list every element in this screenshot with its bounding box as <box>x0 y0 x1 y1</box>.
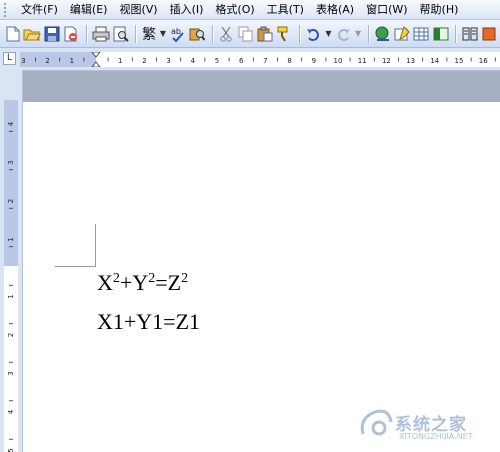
menu-grip[interactable] <box>4 2 9 17</box>
toolbar-separator <box>299 24 302 43</box>
menu-format[interactable]: 格式(O) <box>209 0 260 20</box>
margin-crop-mark <box>95 224 96 267</box>
menu-edit[interactable]: 编辑(E) <box>64 0 114 20</box>
menu-tools[interactable]: 工具(T) <box>261 0 310 20</box>
ruler-label: 3 <box>7 160 15 164</box>
watermark-icon <box>360 409 393 436</box>
ruler-label: 4 <box>7 121 15 126</box>
chevron-down-icon[interactable]: ▼ <box>355 29 361 38</box>
equation-line-1[interactable]: X2+Y2=Z2 <box>97 270 188 296</box>
print-icon[interactable] <box>92 24 110 44</box>
text-y: Y <box>132 270 149 295</box>
menu-window[interactable]: 窗口(W) <box>360 0 413 20</box>
standard-toolbar: 繁 ▼ ab ▼ ▼ <box>0 20 500 48</box>
tables-borders-icon[interactable] <box>393 24 410 44</box>
ruler-label: 1 <box>70 57 74 65</box>
svg-text:ab: ab <box>171 27 181 36</box>
ruler-label: 3 <box>7 371 15 375</box>
toolbar-separator <box>211 24 214 43</box>
ruler-label: 2 <box>45 57 49 65</box>
spelling-icon[interactable]: ab <box>169 24 186 44</box>
superscript: 2 <box>112 271 120 286</box>
undo-icon[interactable] <box>305 24 322 44</box>
menu-table[interactable]: 表格(A) <box>310 0 360 20</box>
vertical-ruler[interactable]: 4 3 2 1 1 2 3 4 5 <box>4 100 18 452</box>
traditional-chinese-icon[interactable]: 繁 <box>141 24 157 44</box>
ruler-label: 1 <box>7 237 15 241</box>
ruler-label: 9 <box>312 57 316 65</box>
ruler-label: 13 <box>406 57 415 65</box>
superscript: 2 <box>181 271 189 286</box>
columns-icon[interactable] <box>461 24 478 44</box>
horizontal-ruler[interactable]: 3 2 1 1 2 3 4 5 6 7 8 9 10 11 12 13 14 15 16 <box>20 52 500 67</box>
ruler-label: 3 <box>21 57 25 65</box>
ruler-label: 14 <box>430 57 439 65</box>
ruler-ticks: 3 2 1 1 2 3 4 5 6 7 8 9 10 11 12 13 14 15 16 <box>21 52 496 67</box>
ruler-label: 3 <box>166 57 170 65</box>
ruler-label: 12 <box>382 57 391 65</box>
new-document-icon[interactable] <box>4 24 21 44</box>
chevron-down-icon[interactable]: ▼ <box>160 29 166 38</box>
ruler-label: 7 <box>263 57 267 65</box>
insert-excel-icon[interactable] <box>432 24 449 44</box>
menu-help[interactable]: 帮助(H) <box>414 0 465 20</box>
ruler-label: 11 <box>358 57 367 65</box>
ruler-label: 4 <box>191 57 196 65</box>
ruler-label: 2 <box>7 333 15 337</box>
ruler-label: 5 <box>215 57 219 65</box>
toolbar-separator <box>135 24 138 43</box>
ruler-label: 2 <box>7 199 15 203</box>
print-preview-icon[interactable] <box>112 24 129 44</box>
toolbar-separator <box>368 24 370 43</box>
permission-icon[interactable] <box>63 24 80 44</box>
ruler-label: 2 <box>142 57 146 65</box>
text-z: Z <box>167 270 182 295</box>
ruler-ticks: 4 3 2 1 1 2 3 4 5 <box>7 121 15 452</box>
redo-icon[interactable] <box>335 24 352 44</box>
toolbar-separator <box>455 24 458 43</box>
equation-line-2[interactable]: X1+Y1=Z1 <box>97 309 200 335</box>
tab-selector-button[interactable]: L <box>3 52 16 65</box>
copy-icon[interactable] <box>237 24 254 44</box>
ruler-label: 4 <box>7 409 15 414</box>
watermark-subtext: XITONGZHIJIA.NET <box>399 432 473 441</box>
drawing-icon[interactable] <box>481 24 498 44</box>
text-x: X <box>97 270 113 295</box>
paste-icon[interactable] <box>256 24 273 44</box>
text-equals: = <box>155 270 168 295</box>
ruler-label: 1 <box>118 57 122 65</box>
menu-insert[interactable]: 插入(I) <box>164 0 210 20</box>
insert-table-icon[interactable] <box>413 24 430 44</box>
indent-marker[interactable] <box>91 52 101 67</box>
menu-bar: 文件(F) 编辑(E) 视图(V) 插入(I) 格式(O) 工具(T) 表格(A… <box>0 0 500 20</box>
watermark-logo: 系统之家 XITONGZHIJIA.NET <box>355 400 495 448</box>
page-top-gap <box>22 71 500 102</box>
save-icon[interactable] <box>43 24 60 44</box>
ruler-label: 15 <box>455 57 464 65</box>
research-icon[interactable] <box>188 24 206 44</box>
cut-icon[interactable] <box>218 24 235 44</box>
horizontal-ruler-area: L 3 2 1 1 2 3 4 5 6 7 8 9 10 11 12 13 14 15 16 <box>0 48 500 71</box>
traditional-chinese-label: 繁 <box>142 26 157 43</box>
toolbar-separator <box>86 24 88 43</box>
ruler-label: 6 <box>239 57 244 65</box>
format-painter-icon[interactable] <box>276 24 293 44</box>
ruler-label: 16 <box>479 57 488 65</box>
ruler-label: 1 <box>7 294 15 298</box>
hyperlink-icon[interactable] <box>374 24 391 44</box>
open-icon[interactable] <box>23 24 42 44</box>
chevron-down-icon[interactable]: ▼ <box>325 29 331 38</box>
margin-crop-mark <box>55 266 96 267</box>
menu-file[interactable]: 文件(F) <box>15 0 64 20</box>
text-plus: + <box>119 270 133 295</box>
ruler-label: 5 <box>7 448 15 452</box>
ruler-label: 10 <box>334 57 343 65</box>
menu-view[interactable]: 视图(V) <box>113 0 163 20</box>
ruler-label: 8 <box>287 57 291 65</box>
